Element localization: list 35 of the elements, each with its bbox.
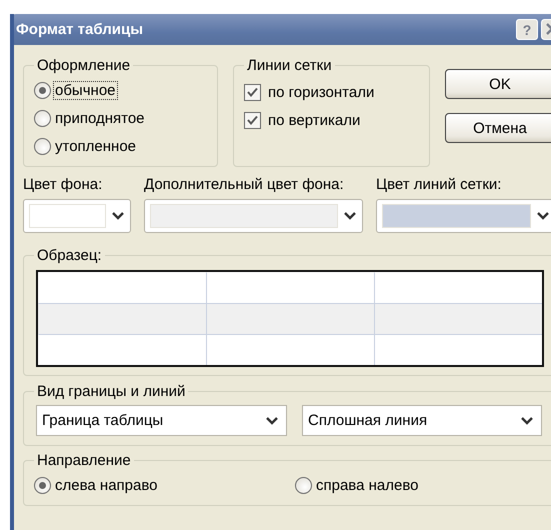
checkbox[interactable] — [244, 112, 261, 128]
color-dropdown[interactable] — [376, 199, 551, 233]
option-label[interactable]: приподнятое — [53, 108, 147, 128]
chevron-down-icon — [266, 416, 278, 424]
group-title: Линии сетки — [246, 57, 333, 74]
chevron-down-icon — [537, 212, 549, 220]
radio-button[interactable] — [34, 476, 51, 494]
group-title: Вид границы и линий — [36, 383, 186, 400]
radio-button[interactable] — [34, 138, 51, 154]
chevron-down-icon — [112, 212, 124, 220]
dropdown[interactable]: Сплошная линия — [302, 405, 542, 436]
group-title: Направление — [36, 452, 132, 469]
field-label: Дополнительный цвет фона: — [144, 176, 345, 194]
option-label[interactable]: утопленное — [53, 136, 138, 156]
checkbox[interactable] — [244, 84, 261, 100]
field-label: Цвет линий сетки: — [376, 176, 502, 194]
ok-button[interactable]: OK — [445, 69, 551, 99]
color-dropdown[interactable] — [23, 199, 131, 233]
cancel-button[interactable]: Отмена — [445, 113, 551, 143]
color-dropdown[interactable] — [144, 199, 363, 233]
option-label[interactable]: по вертикали — [266, 110, 362, 130]
group-title: Образец: — [36, 247, 103, 264]
dropdown[interactable]: Граница таблицы — [36, 405, 287, 436]
window-title: Формат таблицы — [16, 21, 144, 38]
radio-button[interactable] — [295, 476, 312, 494]
field-label: Цвет фона: — [23, 176, 104, 194]
option-label[interactable]: по горизонтали — [266, 82, 376, 102]
radio-button[interactable] — [34, 82, 51, 98]
chevron-down-icon — [521, 416, 533, 424]
option-label[interactable]: справа налево — [314, 476, 420, 494]
option-label[interactable]: слева направо — [53, 476, 160, 494]
chevron-down-icon — [344, 212, 356, 220]
group-title: Оформление — [36, 57, 132, 74]
option-label[interactable]: обычное — [53, 80, 118, 100]
radio-button[interactable] — [34, 110, 51, 126]
